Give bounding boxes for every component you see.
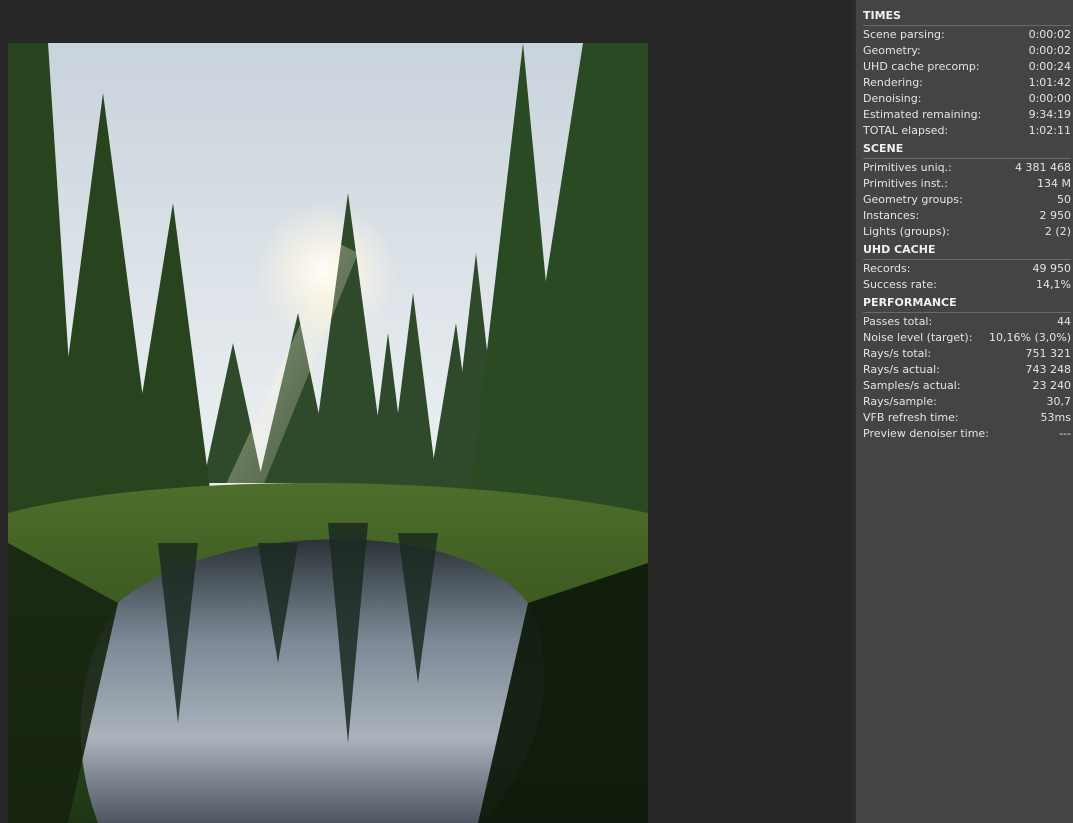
stat-value: 14,1% xyxy=(1036,278,1071,291)
stat-label: Rays/s actual: xyxy=(863,363,940,376)
render-viewport[interactable] xyxy=(0,0,852,823)
scene-rows: Primitives uniq.: 4 381 468 Primitives ins… xyxy=(863,160,1071,240)
stat-value: 44 xyxy=(1057,315,1071,328)
stat-row: Geometry groups: 50 xyxy=(863,192,1071,208)
stat-value: 751 321 xyxy=(1025,347,1072,360)
stat-row: Lights (groups): 2 (2) xyxy=(863,224,1071,240)
stat-value: 134 M xyxy=(1037,177,1071,190)
stat-row: Passes total: 44 xyxy=(863,314,1071,330)
stat-label: Lights (groups): xyxy=(863,225,950,238)
stat-row: Samples/s actual: 23 240 xyxy=(863,378,1071,394)
render-stats-panel: TIMES Scene parsing: 0:00:02 Geometry: 0:00… xyxy=(856,0,1073,823)
stat-label: Rays/sample: xyxy=(863,395,937,408)
stat-value: 10,16% (3,0%) xyxy=(989,331,1071,344)
stat-row: Noise level (target): 10,16% (3,0%) xyxy=(863,330,1071,346)
stat-value: 9:34:19 xyxy=(1028,108,1071,121)
scene-header: SCENE xyxy=(863,142,1071,159)
rendered-image xyxy=(8,43,648,823)
performance-rows: Passes total: 44 Noise level (target): 10,1… xyxy=(863,314,1071,442)
stat-label: Success rate: xyxy=(863,278,937,291)
stat-row: Primitives uniq.: 4 381 468 xyxy=(863,160,1071,176)
stat-value: 50 xyxy=(1057,193,1071,206)
stat-label: Denoising: xyxy=(863,92,922,105)
stat-value: --- xyxy=(1059,427,1071,440)
stat-label: Rays/s total: xyxy=(863,347,932,360)
stat-row: Rays/sample: 30,7 xyxy=(863,394,1071,410)
stat-row: Records: 49 950 xyxy=(863,261,1071,277)
stat-row: Estimated remaining: 9:34:19 xyxy=(863,107,1071,123)
stat-label: UHD cache precomp: xyxy=(863,60,980,73)
stat-row: Rays/s actual: 743 248 xyxy=(863,362,1071,378)
stat-row: UHD cache precomp: 0:00:24 xyxy=(863,59,1071,75)
stat-value: 53ms xyxy=(1040,411,1071,424)
stat-value: 2 950 xyxy=(1039,209,1072,222)
stat-label: Rendering: xyxy=(863,76,923,89)
stat-row: Instances: 2 950 xyxy=(863,208,1071,224)
stat-value: 1:02:11 xyxy=(1028,124,1071,137)
stat-value: 23 240 xyxy=(1032,379,1072,392)
stat-label: Estimated remaining: xyxy=(863,108,982,121)
stat-value: 0:00:02 xyxy=(1028,28,1071,41)
stat-label: Primitives uniq.: xyxy=(863,161,952,174)
stat-label: Instances: xyxy=(863,209,920,222)
stat-row: Primitives inst.: 134 M xyxy=(863,176,1071,192)
stat-row: Geometry: 0:00:02 xyxy=(863,43,1071,59)
stat-label: Records: xyxy=(863,262,911,275)
times-section: TIMES Scene parsing: 0:00:02 Geometry: 0:00… xyxy=(863,9,1071,139)
stat-value: 49 950 xyxy=(1032,262,1072,275)
stat-row: VFB refresh time: 53ms xyxy=(863,410,1071,426)
times-header: TIMES xyxy=(863,9,1071,26)
scene-section: SCENE Primitives uniq.: 4 381 468 Primitiv… xyxy=(863,142,1071,240)
stat-value: 1:01:42 xyxy=(1028,76,1071,89)
uhd-cache-rows: Records: 49 950 Success rate: 14,1% xyxy=(863,261,1071,293)
stat-value: 0:00:00 xyxy=(1028,92,1071,105)
stat-row: Preview denoiser time: --- xyxy=(863,426,1071,442)
stat-label: Passes total: xyxy=(863,315,933,328)
stat-label: Primitives inst.: xyxy=(863,177,948,190)
stat-row: Success rate: 14,1% xyxy=(863,277,1071,293)
stat-label: Noise level (target): xyxy=(863,331,973,344)
stat-label: Geometry: xyxy=(863,44,921,57)
stat-label: Scene parsing: xyxy=(863,28,945,41)
stat-label: Samples/s actual: xyxy=(863,379,961,392)
stat-row: Denoising: 0:00:00 xyxy=(863,91,1071,107)
stat-value: 4 381 468 xyxy=(1015,161,1071,174)
stat-value: 2 (2) xyxy=(1044,225,1071,238)
stat-label: TOTAL elapsed: xyxy=(863,124,949,137)
stat-value: 743 248 xyxy=(1025,363,1072,376)
stat-value: 30,7 xyxy=(1046,395,1072,408)
stat-row: TOTAL elapsed: 1:02:11 xyxy=(863,123,1071,139)
performance-header: PERFORMANCE xyxy=(863,296,1071,313)
stat-label: Preview denoiser time: xyxy=(863,427,989,440)
stat-value: 0:00:24 xyxy=(1028,60,1071,73)
stat-label: Geometry groups: xyxy=(863,193,963,206)
stat-row: Rendering: 1:01:42 xyxy=(863,75,1071,91)
times-rows: Scene parsing: 0:00:02 Geometry: 0:00:02 UHD… xyxy=(863,27,1071,139)
uhd-cache-header: UHD CACHE xyxy=(863,243,1071,260)
stat-label: VFB refresh time: xyxy=(863,411,959,424)
stat-row: Scene parsing: 0:00:02 xyxy=(863,27,1071,43)
performance-section: PERFORMANCE Passes total: 44 Noise level (… xyxy=(863,296,1071,442)
stat-value: 0:00:02 xyxy=(1028,44,1071,57)
uhd-cache-section: UHD CACHE Records: 49 950 Success rate: 14,… xyxy=(863,243,1071,293)
stat-row: Rays/s total: 751 321 xyxy=(863,346,1071,362)
